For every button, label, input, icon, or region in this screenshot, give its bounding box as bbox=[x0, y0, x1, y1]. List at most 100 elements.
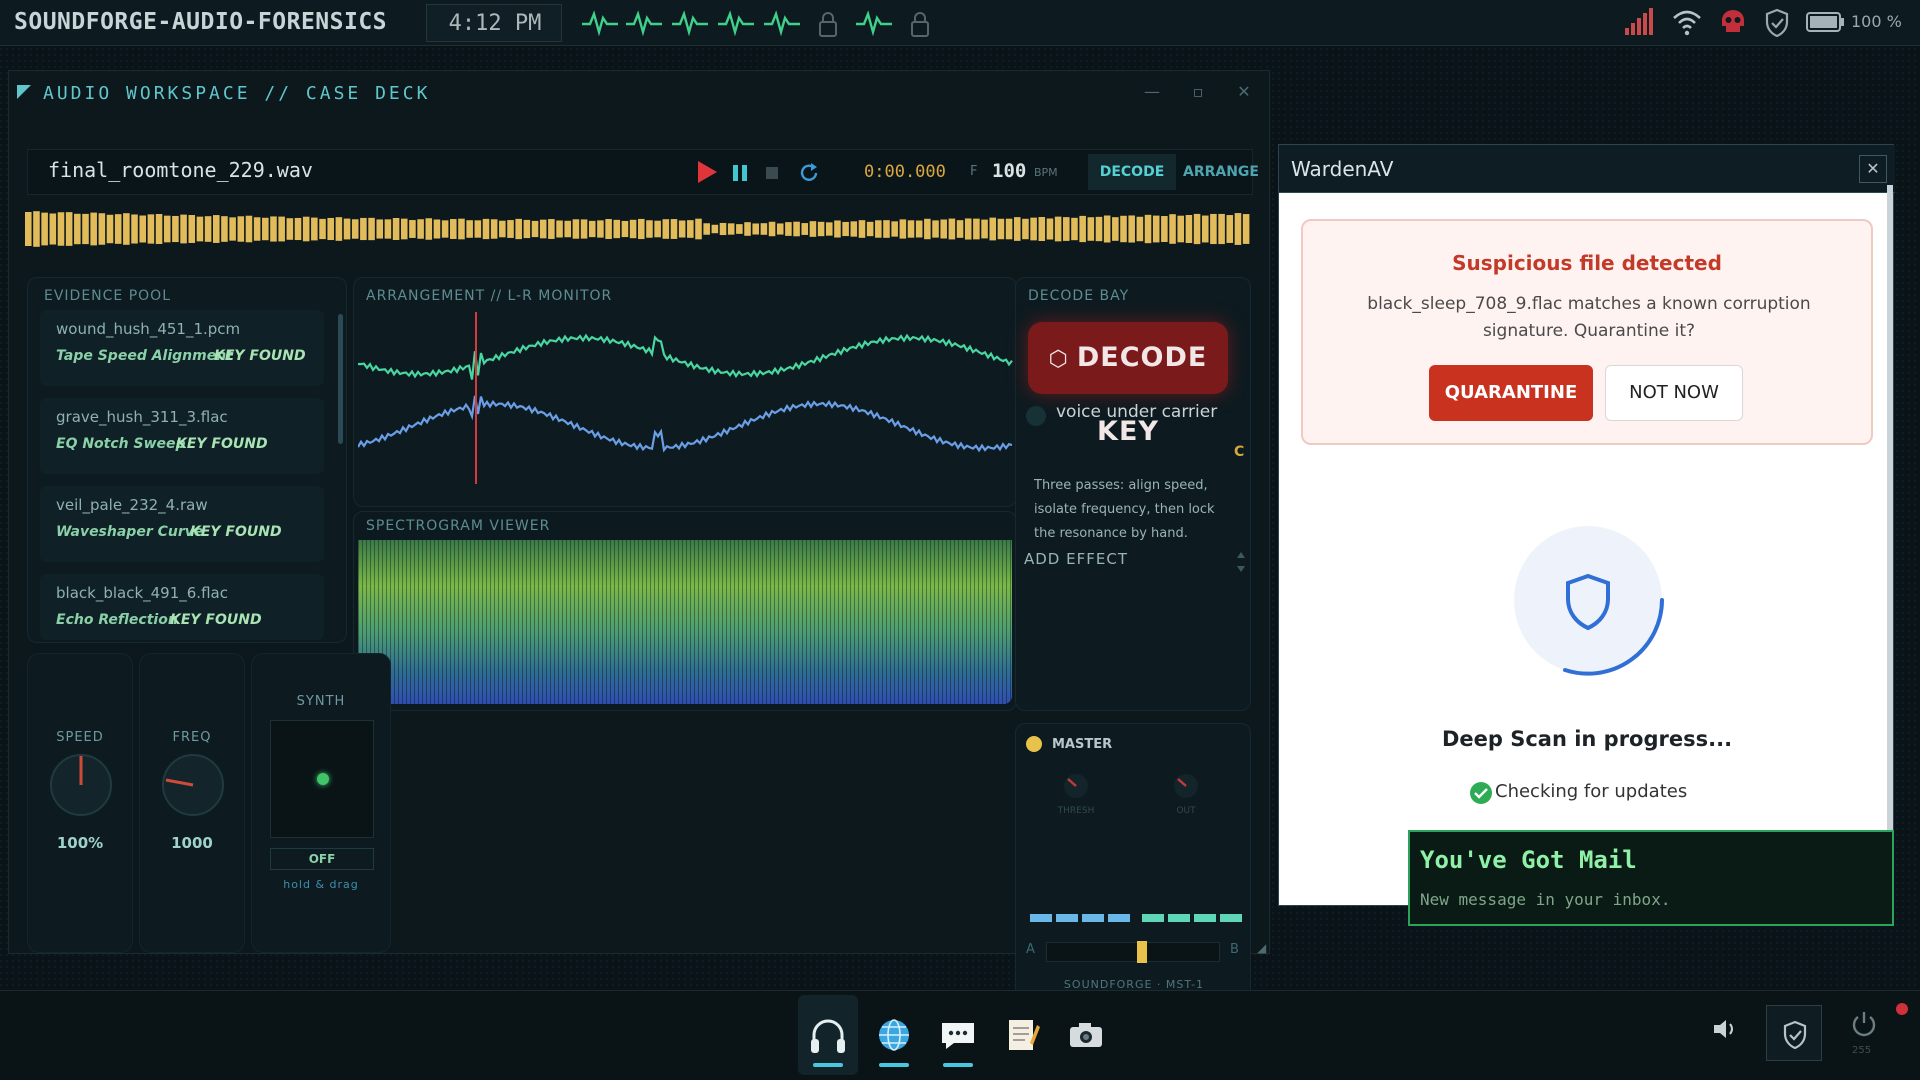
quarantine-button[interactable]: QUARANTINE bbox=[1429, 365, 1593, 421]
warden-title: WardenAV bbox=[1291, 157, 1394, 181]
waveform-bar bbox=[139, 215, 146, 243]
waveform-bar bbox=[82, 213, 89, 245]
waveform-bar bbox=[33, 211, 40, 247]
status-dot bbox=[1026, 406, 1046, 426]
stepper-icon[interactable] bbox=[1236, 550, 1246, 574]
minimize-button[interactable]: — bbox=[1139, 81, 1165, 105]
pulse-icon[interactable] bbox=[764, 10, 800, 36]
waveform-bar bbox=[580, 219, 588, 239]
lock-icon[interactable] bbox=[910, 10, 930, 38]
tab-arrange[interactable]: ARRANGE bbox=[1178, 154, 1264, 190]
volume-icon[interactable] bbox=[1712, 1017, 1738, 1041]
spectrogram-view[interactable] bbox=[358, 540, 1012, 704]
waveform-bar bbox=[883, 220, 890, 238]
evidence-effect: EQ Notch Sweep bbox=[56, 436, 186, 452]
resize-grip-icon[interactable]: ◢ bbox=[1257, 941, 1266, 955]
notepad-icon[interactable] bbox=[1000, 1013, 1044, 1057]
stop-icon[interactable] bbox=[766, 167, 778, 179]
decode-description: Three passes: align speed, isolate frequ… bbox=[1034, 478, 1215, 541]
pulse-icon[interactable] bbox=[626, 10, 662, 36]
thresh-knob[interactable] bbox=[1056, 770, 1096, 800]
pulse-icon[interactable] bbox=[582, 10, 618, 36]
waveform-bar bbox=[842, 221, 849, 237]
meter-segment bbox=[1142, 914, 1164, 922]
waveform-bar bbox=[490, 219, 498, 239]
scrollbar[interactable] bbox=[1887, 185, 1893, 865]
freq-knob-panel: FREQ 1000 bbox=[139, 653, 245, 953]
synth-toggle[interactable]: OFF bbox=[270, 848, 374, 870]
xy-pad-handle[interactable] bbox=[317, 773, 329, 785]
decode-key-label: DECODE KEY bbox=[1076, 342, 1208, 447]
signal-icon[interactable] bbox=[1624, 8, 1654, 36]
chat-icon[interactable] bbox=[936, 1013, 980, 1057]
waveform-bar bbox=[253, 217, 261, 241]
meter-segment bbox=[1194, 914, 1216, 922]
close-button[interactable]: ✕ bbox=[1231, 81, 1257, 105]
wifi-icon[interactable] bbox=[1672, 8, 1702, 36]
waveform-bar bbox=[564, 220, 572, 238]
speed-knob[interactable] bbox=[46, 750, 116, 820]
waveform-bar bbox=[1038, 217, 1046, 241]
battery-icon[interactable] bbox=[1806, 8, 1846, 36]
waveform-bar bbox=[196, 216, 204, 242]
waveform-bar bbox=[1234, 213, 1242, 245]
bpm-unit: BPM bbox=[1034, 166, 1058, 179]
evidence-item[interactable]: veil_pale_232_4.raw Waveshaper Curve KEY… bbox=[40, 486, 324, 562]
add-effect-button[interactable]: ADD EFFECT bbox=[1024, 550, 1128, 568]
waveform-bar bbox=[964, 218, 972, 240]
skull-icon[interactable] bbox=[1720, 8, 1746, 36]
out-knob[interactable] bbox=[1166, 770, 1206, 800]
maximize-button[interactable]: ▫ bbox=[1185, 81, 1211, 105]
synth-panel: SYNTH OFF hold & drag bbox=[251, 653, 391, 953]
pulse-icon[interactable] bbox=[856, 10, 892, 36]
crossfader-handle[interactable] bbox=[1137, 941, 1147, 963]
bpm-value[interactable]: 100 bbox=[992, 160, 1026, 182]
xy-pad[interactable] bbox=[270, 720, 374, 838]
crossfader[interactable] bbox=[1046, 941, 1220, 963]
warden-close-button[interactable]: ✕ bbox=[1859, 155, 1887, 183]
camera-icon[interactable] bbox=[1064, 1013, 1108, 1057]
decode-key-button[interactable]: ⬡ DECODE KEY bbox=[1028, 322, 1228, 447]
headphones-icon[interactable] bbox=[806, 1013, 850, 1057]
panel-label: SPECTROGRAM VIEWER bbox=[366, 518, 551, 534]
loop-icon[interactable] bbox=[798, 162, 820, 184]
arrangement-panel: ARRANGEMENT // L-R MONITOR bbox=[353, 277, 1017, 507]
scrollbar[interactable] bbox=[338, 314, 343, 444]
stereo-waveform[interactable] bbox=[358, 308, 1014, 504]
globe-icon[interactable] bbox=[872, 1013, 916, 1057]
pulse-icon[interactable] bbox=[718, 10, 754, 36]
knob-value: 100% bbox=[56, 834, 104, 852]
waveform-bar bbox=[302, 216, 310, 242]
play-icon[interactable] bbox=[696, 160, 718, 184]
pulse-icon[interactable] bbox=[672, 10, 708, 36]
waveform-bar bbox=[204, 216, 212, 242]
waveform-bar bbox=[654, 220, 661, 238]
waveform-bar bbox=[131, 214, 138, 244]
warden-titlebar[interactable]: WardenAV ✕ bbox=[1279, 145, 1895, 193]
waveform-bar bbox=[548, 219, 555, 239]
right-channel-wave bbox=[358, 395, 1013, 453]
waveform-bar bbox=[351, 219, 359, 239]
security-tray-button[interactable] bbox=[1766, 1005, 1822, 1061]
evidence-item[interactable]: wound_hush_451_1.pcm Tape Speed Alignmen… bbox=[40, 310, 324, 386]
evidence-file-name: grave_hush_311_3.flac bbox=[56, 408, 228, 426]
not-now-button[interactable]: NOT NOW bbox=[1605, 365, 1743, 421]
pause-icon[interactable] bbox=[732, 164, 748, 182]
waveform-bar bbox=[155, 214, 163, 244]
tab-decode[interactable]: DECODE bbox=[1088, 154, 1176, 190]
waveform-bar bbox=[1169, 214, 1176, 244]
overview-waveform[interactable] bbox=[25, 209, 1251, 249]
waveform-bar bbox=[114, 214, 122, 244]
freq-knob[interactable] bbox=[158, 750, 228, 820]
waveform-bar bbox=[1210, 213, 1217, 245]
window-titlebar[interactable]: AUDIO WORKSPACE // CASE DECK — ▫ ✕ bbox=[9, 71, 1271, 113]
power-subtext: 255 bbox=[1852, 1045, 1872, 1056]
master-panel: MASTER THRESH OUT A B SOUNDFORGE · MST-1 bbox=[1015, 723, 1251, 1001]
evidence-item[interactable]: black_black_491_6.flac Echo Reflection K… bbox=[40, 574, 324, 640]
power-icon[interactable] bbox=[1850, 1009, 1878, 1037]
lock-icon[interactable] bbox=[818, 10, 838, 38]
mail-notification[interactable]: You've Got Mail New message in your inbo… bbox=[1408, 830, 1894, 926]
evidence-item[interactable]: grave_hush_311_3.flac EQ Notch Sweep KEY… bbox=[40, 398, 324, 474]
waveform-bar bbox=[172, 215, 179, 243]
shield-icon[interactable] bbox=[1764, 8, 1790, 38]
